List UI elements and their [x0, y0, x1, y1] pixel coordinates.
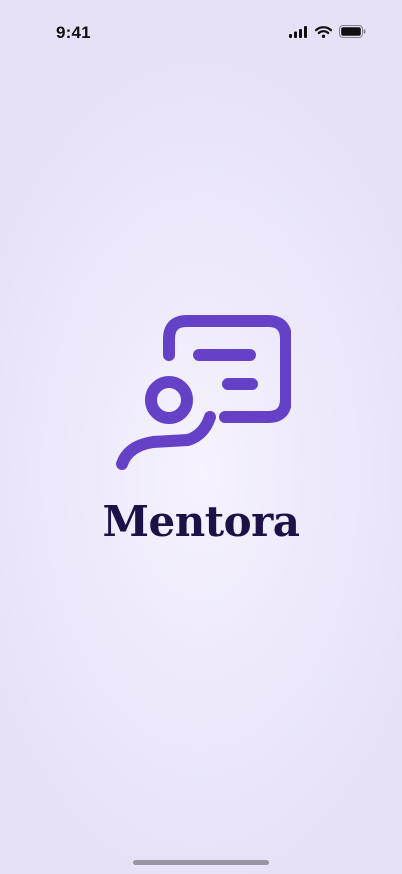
app-name: Mentora — [102, 497, 300, 546]
status-icons — [289, 25, 366, 38]
battery-icon — [339, 25, 366, 38]
splash-content: Mentora — [0, 314, 402, 554]
mentor-chat-logo-icon — [116, 315, 291, 470]
wifi-icon — [315, 25, 332, 38]
status-bar: 9:41 — [0, 0, 402, 62]
home-indicator[interactable] — [133, 860, 269, 865]
cellular-signal-icon — [289, 25, 308, 38]
status-time: 9:41 — [56, 23, 91, 42]
